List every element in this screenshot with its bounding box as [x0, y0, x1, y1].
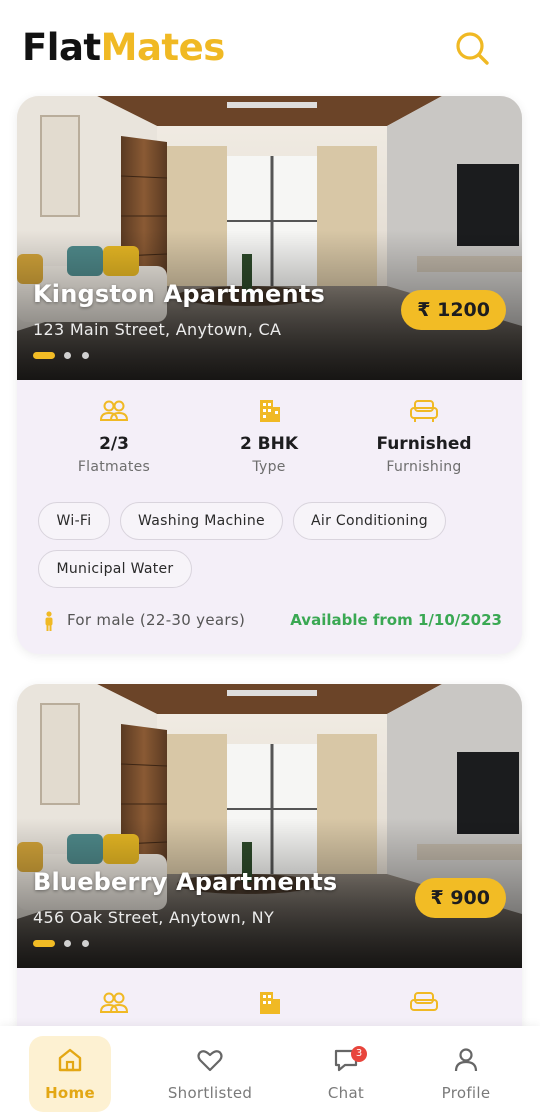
search-icon: [456, 32, 489, 65]
nav-profile-label: Profile: [441, 1084, 491, 1102]
listing-title: Blueberry Apartments: [33, 868, 338, 896]
amenity-chip: Wi-Fi: [38, 502, 110, 540]
carousel-dot[interactable]: [82, 940, 89, 947]
stat-furnishing: Furnished Furnishing: [349, 398, 499, 475]
listing-image-carousel[interactable]: Kingston Apartments 123 Main Street, Any…: [17, 96, 522, 380]
app-header: FlatMates: [0, 0, 540, 96]
price-badge: ₹ 900: [414, 878, 506, 918]
listing-title: Kingston Apartments: [33, 280, 325, 308]
people-icon: [99, 400, 129, 421]
building-icon: [260, 400, 280, 422]
male-person-icon: [45, 611, 53, 631]
type-value: 2 BHK: [239, 434, 299, 454]
type-label: Type: [252, 459, 286, 475]
sofa-icon: [410, 400, 438, 422]
listing-stats: 2/3 Flatmates 2 BHK Type Furnished Furni…: [17, 398, 522, 488]
carousel-dot-active[interactable]: [33, 352, 55, 359]
nav-shortlisted[interactable]: Shortlisted: [155, 1036, 265, 1112]
app-logo: FlatMates: [22, 26, 225, 70]
carousel-dot[interactable]: [64, 940, 71, 947]
nav-chat[interactable]: 3 Chat: [291, 1036, 401, 1112]
listing-image-carousel[interactable]: Blueberry Apartments 456 Oak Street, Any…: [17, 684, 522, 968]
bottom-navigation: Home Shortlisted 3 Chat Profile: [0, 1026, 540, 1120]
profile-icon: [454, 1048, 478, 1072]
search-button[interactable]: [452, 28, 492, 68]
carousel-dot[interactable]: [82, 352, 89, 359]
preference-text: For male (22-30 years): [67, 611, 246, 629]
furnishing-value: Furnished: [376, 434, 472, 454]
home-icon: [58, 1048, 82, 1072]
nav-chat-label: Chat: [327, 1084, 365, 1102]
nav-shortlisted-label: Shortlisted: [167, 1084, 253, 1102]
amenity-chip: Municipal Water: [38, 550, 192, 588]
stat-type: 2 BHK Type: [194, 398, 344, 475]
availability-date: Available from 1/10/2023: [290, 611, 502, 629]
price-badge: ₹ 1200: [401, 290, 506, 330]
listing-card[interactable]: Kingston Apartments 123 Main Street, Any…: [17, 96, 522, 654]
nav-profile[interactable]: Profile: [411, 1036, 521, 1112]
furnishing-label: Furnishing: [386, 459, 462, 475]
people-icon: [99, 992, 129, 1013]
nav-home-label: Home: [45, 1084, 95, 1102]
stat-flatmates: 2/3 Flatmates: [39, 398, 189, 475]
amenity-chip: Washing Machine: [120, 502, 283, 540]
chat-unread-badge: 3: [351, 1046, 367, 1062]
nav-home[interactable]: Home: [29, 1036, 111, 1112]
carousel-dot[interactable]: [64, 352, 71, 359]
flatmates-value: 2/3: [99, 434, 129, 454]
building-icon: [260, 992, 280, 1014]
sofa-icon: [410, 992, 438, 1011]
flatmates-label: Flatmates: [77, 459, 151, 475]
logo-mates: Mates: [100, 26, 226, 69]
listing-address: 456 Oak Street, Anytown, NY: [33, 908, 275, 927]
amenity-chip: Air Conditioning: [293, 502, 446, 540]
heart-icon: [197, 1050, 223, 1072]
carousel-dot-active[interactable]: [33, 940, 55, 947]
listing-address: 123 Main Street, Anytown, CA: [33, 320, 282, 339]
logo-flat: Flat: [22, 26, 101, 69]
